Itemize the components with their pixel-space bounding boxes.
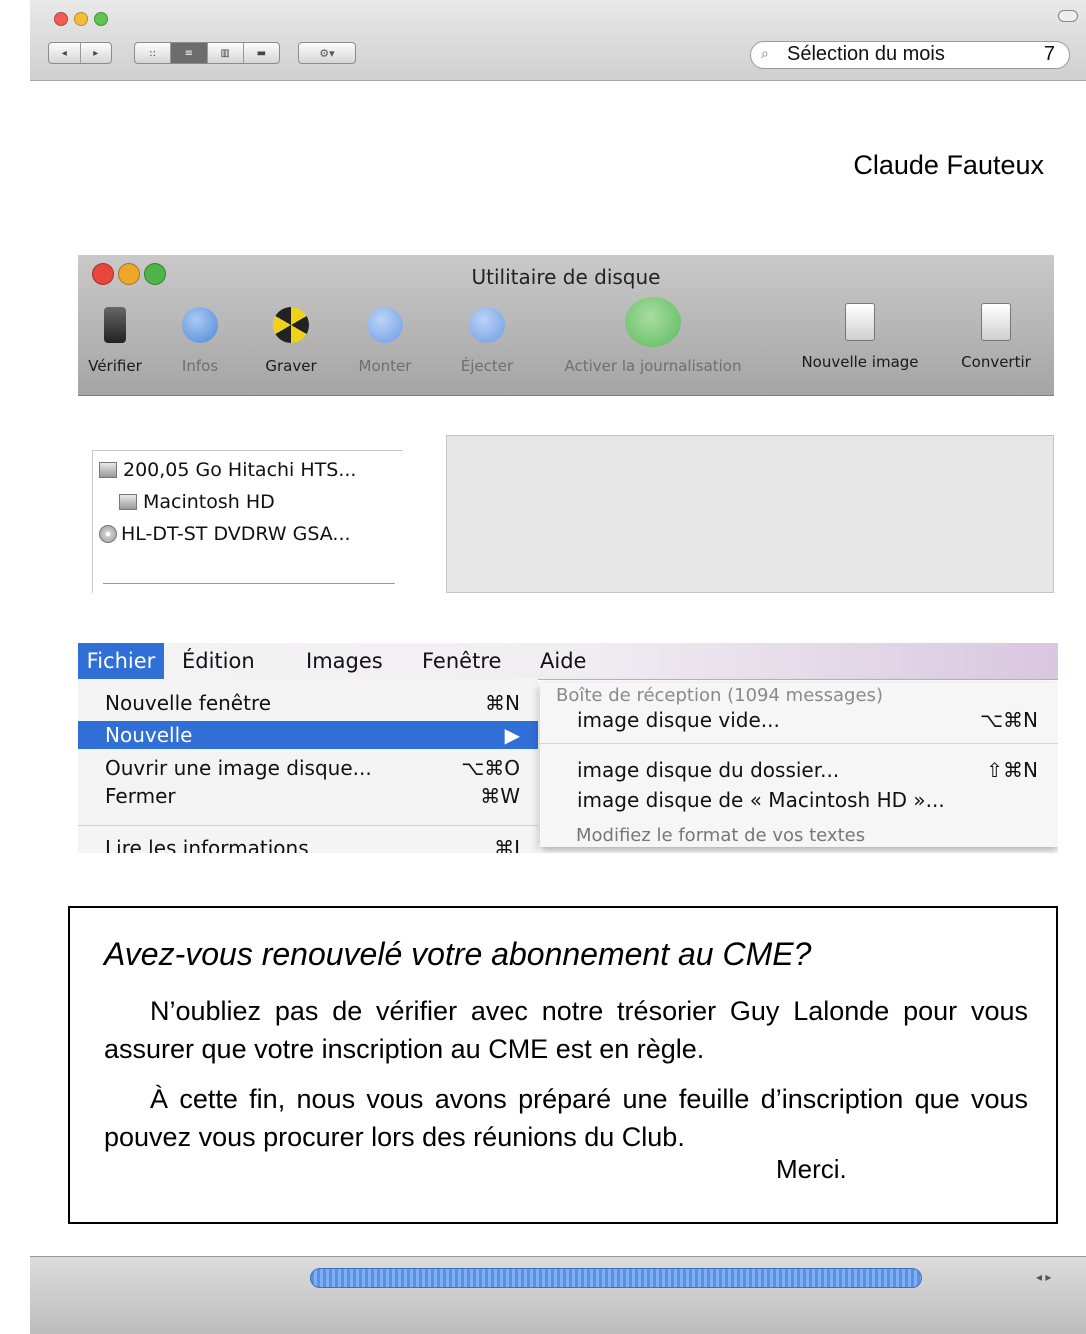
- notice-signature: Merci.: [776, 1154, 847, 1184]
- mount-icon: [367, 307, 403, 343]
- zoom-window-button[interactable]: [94, 12, 108, 26]
- background-format-text: Modifiez le format de vos textes: [576, 825, 866, 846]
- toolbar-toggle-button[interactable]: [1058, 10, 1078, 22]
- notice-title: Avez-vous renouvelé votre abonnement au …: [104, 936, 812, 972]
- submenu-arrow-icon: ▶: [504, 723, 520, 747]
- menu-aide[interactable]: Aide: [540, 643, 586, 679]
- tool-label: Convertir: [961, 353, 1031, 371]
- microscope-icon: [104, 307, 126, 343]
- tool-label: Monter: [358, 357, 412, 375]
- tool-ejecter[interactable]: Éjecter: [450, 307, 524, 375]
- info-icon: [182, 307, 218, 343]
- submenu-item-image-dossier[interactable]: image disque du dossier... ⇧⌘N: [540, 755, 1058, 785]
- disk-utility-screenshot: Utilitaire de disque Vérifier Infos Grav…: [78, 255, 1054, 593]
- submenu-item-image-macintosh-hd[interactable]: image disque de « Macintosh HD »...: [540, 785, 1058, 815]
- tool-label: Vérifier: [88, 357, 142, 375]
- nouvelle-submenu: Boîte de réception (1094 messages) image…: [540, 683, 1058, 847]
- menu-bar: Fichier Édition Images Fenêtre Aide: [78, 643, 1058, 680]
- tool-monter[interactable]: Monter: [348, 307, 422, 375]
- tool-nouvelle-image[interactable]: Nouvelle image: [784, 303, 936, 371]
- tool-infos[interactable]: Infos: [170, 307, 230, 375]
- eject-icon: [469, 307, 505, 343]
- page-number: 7: [1043, 43, 1055, 65]
- dvd-drive-item[interactable]: HL-DT-ST DVDRW GSA...: [99, 523, 351, 545]
- menu-images[interactable]: Images: [306, 643, 383, 679]
- search-field[interactable]: ⌕ Sélection du mois 7: [750, 41, 1070, 69]
- tool-convertir[interactable]: Convertir: [948, 303, 1044, 371]
- forward-button[interactable]: ▸: [81, 43, 112, 63]
- notice-paragraph-2: À cette fin, nous vous avons préparé une…: [104, 1084, 1028, 1152]
- burn-icon: [273, 307, 309, 343]
- tool-label: Graver: [265, 357, 317, 375]
- tool-label: Éjecter: [460, 357, 514, 375]
- convert-icon: [981, 303, 1011, 341]
- background-inbox-text: Boîte de réception (1094 messages): [556, 685, 883, 706]
- journaling-icon: [625, 297, 681, 347]
- menu-screenshot: Fichier Édition Images Fenêtre Aide Nouv…: [78, 643, 1058, 853]
- volume-item[interactable]: Macintosh HD: [119, 491, 275, 513]
- notice-paragraph-1: N’oubliez pas de vérifier avec notre tré…: [104, 996, 1028, 1064]
- file-menu: Nouvelle fenêtre ⌘N Nouvelle ▶ Ouvrir un…: [78, 679, 538, 853]
- hard-disk-icon: [99, 462, 117, 478]
- search-text: Sélection du mois: [787, 43, 945, 65]
- action-menu-button[interactable]: ⚙▾: [298, 42, 356, 64]
- nav-back-forward[interactable]: ◂ ▸: [48, 42, 112, 64]
- volume-icon: [119, 494, 137, 510]
- scroll-arrows[interactable]: ◂ ▸: [1036, 1270, 1051, 1284]
- subscription-notice: Avez-vous renouvelé votre abonnement au …: [68, 906, 1058, 1224]
- scrollbar-thumb[interactable]: [310, 1268, 922, 1288]
- minimize-window-button[interactable]: [74, 12, 88, 26]
- menu-item-nouvelle-fenetre[interactable]: Nouvelle fenêtre ⌘N: [78, 689, 538, 717]
- author-name: Claude Fauteux: [853, 150, 1044, 180]
- menu-fichier[interactable]: Fichier: [78, 643, 164, 679]
- tool-graver[interactable]: Graver: [256, 307, 326, 375]
- view-columns-button[interactable]: ▥: [208, 43, 244, 63]
- window-toolbar: ◂ ▸ :: ≡ ▥ ▬ ⚙▾ ⌕ Sélection du mois 7: [30, 0, 1086, 81]
- new-image-icon: [845, 303, 875, 341]
- menu-item-fermer[interactable]: Fermer ⌘W: [78, 782, 538, 810]
- view-coverflow-button[interactable]: ▬: [244, 43, 279, 63]
- close-window-button[interactable]: [54, 12, 68, 26]
- submenu-item-image-vide[interactable]: image disque vide... ⌥⌘N: [540, 705, 1058, 735]
- menu-edition[interactable]: Édition: [182, 643, 255, 679]
- menu-item-lire-informations[interactable]: Lire les informations ⌘I: [78, 834, 538, 853]
- back-button[interactable]: ◂: [49, 43, 81, 63]
- search-icon: ⌕: [761, 45, 769, 61]
- submenu-separator: [540, 743, 1058, 744]
- disk-utility-toolbar: Utilitaire de disque Vérifier Infos Grav…: [78, 255, 1054, 396]
- disk-utility-title: Utilitaire de disque: [471, 265, 661, 289]
- tool-label: Nouvelle image: [801, 353, 919, 371]
- disk-item[interactable]: 200,05 Go Hitachi HTS...: [99, 459, 356, 481]
- tool-label: Infos: [181, 357, 219, 375]
- sidebar-divider: [103, 583, 395, 584]
- menu-item-nouvelle[interactable]: Nouvelle ▶: [78, 721, 538, 749]
- menu-separator: [78, 825, 538, 826]
- disk-list: 200,05 Go Hitachi HTS... Macintosh HD HL…: [92, 450, 403, 593]
- menu-fenetre[interactable]: Fenêtre: [422, 643, 501, 679]
- disk-detail-pane: [446, 435, 1054, 593]
- tool-label: Activer la journalisation: [564, 357, 742, 375]
- menu-item-ouvrir[interactable]: Ouvrir une image disque... ⌥⌘O: [78, 754, 538, 782]
- dvd-icon: [99, 525, 117, 543]
- tool-journalisation[interactable]: Activer la journalisation: [536, 297, 770, 375]
- view-icons-button[interactable]: ::: [135, 43, 172, 63]
- view-list-button[interactable]: ≡: [171, 43, 208, 63]
- view-mode-selector[interactable]: :: ≡ ▥ ▬: [134, 42, 280, 64]
- tool-verifier[interactable]: Vérifier: [78, 307, 152, 375]
